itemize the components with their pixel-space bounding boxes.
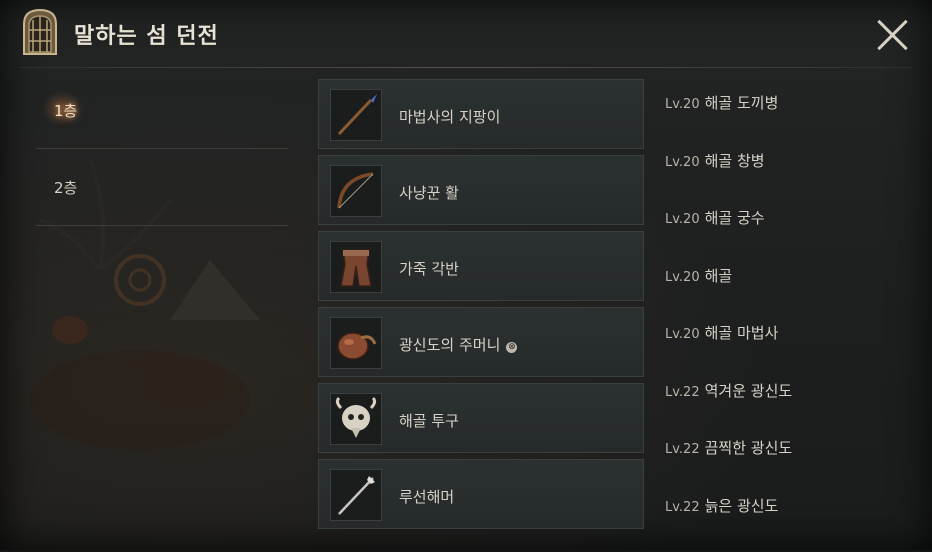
monster-level: Lv.20 [665, 270, 700, 285]
monster-name: 해골 [705, 267, 733, 285]
monster-level: Lv.22 [665, 442, 700, 457]
monster-level: Lv.22 [665, 500, 700, 515]
leather-greaves-icon [330, 241, 382, 293]
close-button[interactable] [876, 18, 910, 52]
monster-list: Lv.20 해골 도끼병 Lv.20 해골 창병 Lv.20 해골 궁수 Lv.20 해… [665, 92, 905, 552]
item-name: 루선해머 [399, 486, 454, 507]
list-item[interactable]: 사냥꾼 활 [318, 155, 644, 225]
monster-name: 해골 궁수 [705, 209, 765, 227]
list-item[interactable]: 마법사의 지팡이 [318, 79, 644, 149]
item-name: 사냥꾼 활 [399, 182, 459, 203]
monster-name: 해골 마법사 [705, 324, 779, 342]
staff-icon [330, 89, 382, 141]
monster-entry: Lv.22 끔찍한 광신도 [665, 437, 905, 495]
panel-header: 말하는 섬 던전 [0, 0, 932, 68]
hammer-icon [330, 469, 382, 521]
item-name: 광신도의 주머니⊗ [399, 334, 517, 355]
floor-tab-2[interactable]: 2층 [36, 149, 288, 226]
list-item[interactable]: 루선해머 [318, 459, 644, 529]
monster-entry: Lv.20 해골 도끼병 [665, 92, 905, 150]
monster-entry: Lv.22 역겨운 광신도 [665, 380, 905, 438]
monster-entry: Lv.20 해골 궁수 [665, 207, 905, 265]
monster-name: 해골 창병 [705, 152, 765, 170]
page-title: 말하는 섬 던전 [74, 18, 219, 50]
monster-level: Lv.20 [665, 212, 700, 227]
dungeon-gate-icon [20, 8, 60, 56]
monster-entry: Lv.22 늙은 광신도 [665, 495, 905, 552]
skull-helmet-icon [330, 393, 382, 445]
monster-level: Lv.20 [665, 97, 700, 112]
pouch-icon [330, 317, 382, 369]
floor-tab-1[interactable]: 1층 [36, 72, 288, 149]
monster-entry: Lv.20 해골 마법사 [665, 322, 905, 380]
item-name: 해골 투구 [399, 410, 459, 431]
bow-icon [330, 165, 382, 217]
dungeon-info-panel: 말하는 섬 던전 1층 2층 마법사의 지팡이 [0, 0, 932, 550]
floor-label: 1층 [54, 100, 77, 121]
info-icon[interactable]: ⊗ [506, 342, 517, 353]
monster-name: 해골 도끼병 [705, 94, 779, 112]
monster-name: 늙은 광신도 [705, 497, 779, 515]
monster-name: 역겨운 광신도 [705, 382, 793, 400]
item-name: 마법사의 지팡이 [399, 106, 500, 127]
monster-level: Lv.20 [665, 327, 700, 342]
monster-entry: Lv.20 해골 창병 [665, 150, 905, 208]
monster-level: Lv.22 [665, 385, 700, 400]
floor-label: 2층 [54, 177, 77, 198]
item-drop-list: 마법사의 지팡이 사냥꾼 활 가죽 각반 광신도의 주머니⊗ 해골 투구 [318, 79, 644, 535]
monster-level: Lv.20 [665, 155, 700, 170]
item-name: 가죽 각반 [399, 258, 459, 279]
list-item[interactable]: 해골 투구 [318, 383, 644, 453]
header-divider [18, 67, 912, 68]
floor-list: 1층 2층 [36, 72, 288, 226]
list-item[interactable]: 광신도의 주머니⊗ [318, 307, 644, 377]
list-item[interactable]: 가죽 각반 [318, 231, 644, 301]
monster-entry: Lv.20 해골 [665, 265, 905, 323]
monster-name: 끔찍한 광신도 [705, 439, 793, 457]
